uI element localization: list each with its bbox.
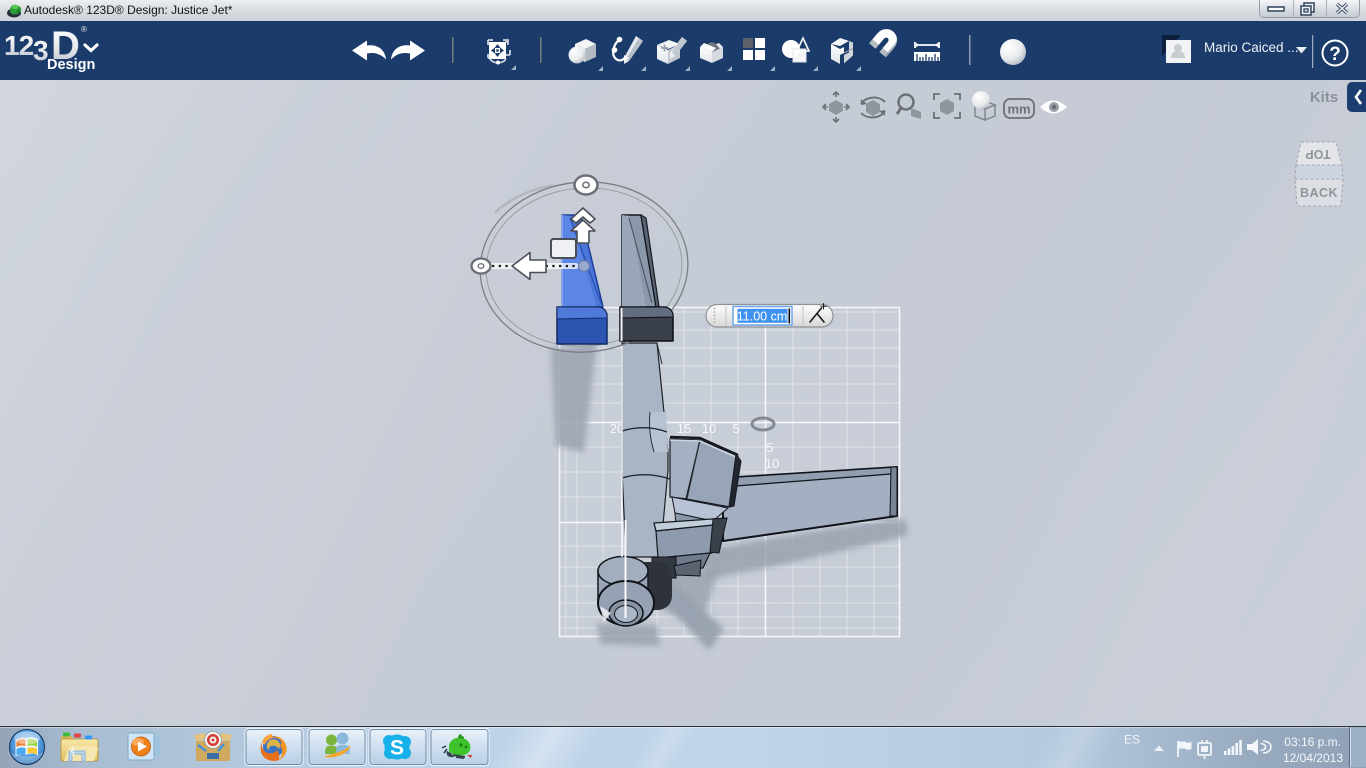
svg-text:TOP: TOP <box>1305 147 1330 161</box>
svg-text:03:16 p.m.: 03:16 p.m. <box>1284 735 1341 749</box>
svg-text:15: 15 <box>677 421 691 436</box>
svg-text:5: 5 <box>732 421 739 436</box>
svg-text:ES: ES <box>1124 733 1140 747</box>
svg-text:Kits: Kits <box>1310 89 1338 106</box>
svg-text:BACK: BACK <box>1300 186 1338 200</box>
svg-text:10: 10 <box>765 456 779 471</box>
svg-text:S: S <box>390 737 404 760</box>
svg-text:®: ® <box>81 25 87 34</box>
svg-text:12/04/2013: 12/04/2013 <box>1283 751 1343 765</box>
svg-text:11.00 cm: 11.00 cm <box>737 310 788 324</box>
svg-text:Design: Design <box>47 57 95 73</box>
svg-text:10: 10 <box>702 421 716 436</box>
svg-text:Mario Caiced ...: Mario Caiced ... <box>1204 40 1299 55</box>
svg-text:mm: mm <box>1007 102 1030 117</box>
svg-text:?: ? <box>1329 44 1341 65</box>
svg-text:12: 12 <box>4 30 34 61</box>
svg-text:5: 5 <box>766 440 773 455</box>
